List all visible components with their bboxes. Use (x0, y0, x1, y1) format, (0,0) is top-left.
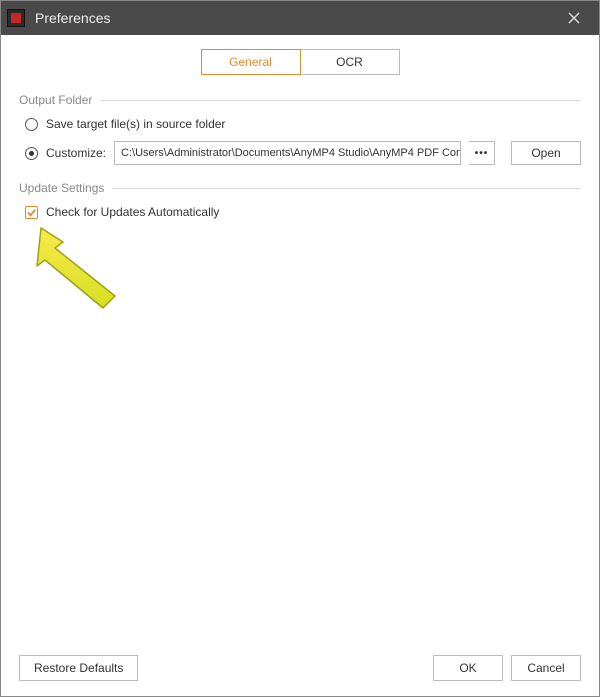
label-customize: Customize: (46, 146, 106, 160)
divider (100, 100, 581, 101)
path-value: C:\Users\Administrator\Documents\AnyMP4 … (121, 147, 461, 159)
footer: Restore Defaults OK Cancel (1, 650, 599, 696)
radio-customize[interactable] (25, 147, 38, 160)
tab-bar: General OCR (19, 49, 581, 75)
app-icon (7, 9, 25, 27)
content-area: General OCR Output Folder Save target fi… (1, 35, 599, 650)
annotation-arrow-icon (23, 220, 133, 310)
label-check-updates: Check for Updates Automatically (46, 205, 219, 219)
row-save-in-source[interactable]: Save target file(s) in source folder (25, 117, 581, 131)
tab-general[interactable]: General (201, 49, 301, 75)
radio-save-in-source[interactable] (25, 118, 38, 131)
group-label-output-folder: Output Folder (19, 93, 92, 107)
close-button[interactable] (557, 1, 591, 35)
close-icon (568, 12, 580, 24)
check-icon (26, 207, 37, 218)
group-label-update-settings: Update Settings (19, 181, 104, 195)
browse-button[interactable]: ••• (469, 141, 495, 165)
restore-defaults-button[interactable]: Restore Defaults (19, 655, 138, 681)
titlebar: Preferences (1, 1, 599, 35)
cancel-button[interactable]: Cancel (511, 655, 581, 681)
group-output-folder: Output Folder Save target file(s) in sou… (19, 93, 581, 165)
window-title: Preferences (35, 10, 557, 26)
tab-ocr[interactable]: OCR (300, 49, 400, 75)
group-update-settings: Update Settings Check for Updates Automa… (19, 181, 581, 219)
row-customize: Customize: C:\Users\Administrator\Docume… (25, 141, 581, 165)
divider (112, 188, 581, 189)
label-save-in-source: Save target file(s) in source folder (46, 117, 225, 131)
row-check-updates[interactable]: Check for Updates Automatically (25, 205, 581, 219)
ok-button[interactable]: OK (433, 655, 503, 681)
path-input[interactable]: C:\Users\Administrator\Documents\AnyMP4 … (114, 141, 461, 165)
checkbox-check-updates[interactable] (25, 206, 38, 219)
open-button[interactable]: Open (511, 141, 581, 165)
